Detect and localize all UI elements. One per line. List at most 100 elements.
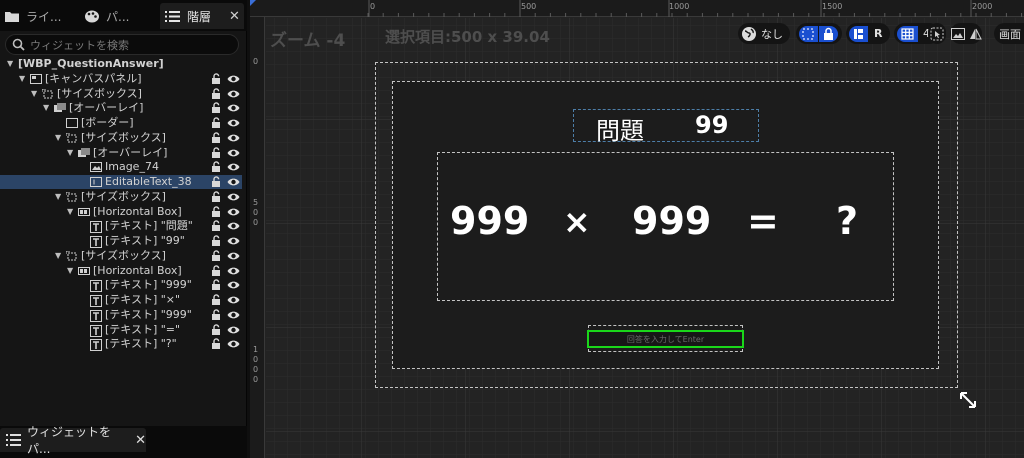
tab-hierarchy[interactable]: 階層 ✕: [160, 3, 244, 29]
eye-icon[interactable]: [227, 162, 240, 172]
unlock-icon[interactable]: [211, 161, 222, 173]
tree-item[interactable]: ▼ [Horizontal Box]: [0, 205, 242, 219]
unlock-icon[interactable]: [211, 279, 222, 291]
search-input[interactable]: ウィジェットを検索: [5, 34, 239, 55]
tab-library[interactable]: ライ...: [4, 3, 66, 29]
eye-icon[interactable]: [227, 118, 240, 128]
eye-icon[interactable]: [227, 103, 240, 113]
eye-icon[interactable]: [227, 148, 240, 158]
tree-item[interactable]: ▼ [サイズボックス]: [0, 131, 242, 145]
eye-icon[interactable]: [227, 177, 240, 187]
tab-bind-widgets[interactable]: ウィジェットをパ... ✕: [0, 425, 146, 456]
expand-arrow-icon[interactable]: ▼: [31, 87, 40, 101]
eye-icon[interactable]: [227, 339, 240, 349]
respect-locks-toggle[interactable]: R: [846, 23, 890, 44]
operator-text[interactable]: ×: [563, 202, 591, 241]
tree-item[interactable]: [テキスト] "999": [0, 278, 242, 293]
eye-icon[interactable]: [227, 221, 240, 231]
unlock-icon[interactable]: [211, 87, 222, 100]
eye-icon[interactable]: [227, 236, 240, 246]
eye-icon[interactable]: [227, 295, 240, 305]
eye-icon[interactable]: [227, 89, 240, 99]
unlock-icon[interactable]: [211, 102, 222, 114]
tree-item[interactable]: EditableText_38: [0, 175, 242, 189]
eye-icon[interactable]: [227, 280, 240, 290]
tree-item[interactable]: [テキスト] "999": [0, 308, 242, 322]
unlock-icon[interactable]: [211, 146, 222, 159]
localization-preview-button[interactable]: なし: [738, 23, 790, 44]
tree-item[interactable]: [テキスト] "問題": [0, 219, 242, 234]
eye-icon[interactable]: [227, 266, 240, 276]
tree-item[interactable]: Image_74: [0, 160, 242, 174]
question-label-text[interactable]: 問題: [596, 111, 644, 146]
expand-arrow-icon[interactable]: ▼: [67, 264, 76, 278]
tree-item[interactable]: [テキスト] "99": [0, 234, 242, 248]
unlock-icon[interactable]: [211, 235, 222, 247]
resize-handle-icon[interactable]: [957, 389, 979, 411]
unlock-icon[interactable]: [211, 220, 222, 232]
unlock-icon[interactable]: [211, 308, 222, 321]
question-number-text[interactable]: 99: [695, 111, 728, 139]
expand-arrow-icon[interactable]: ▼: [67, 205, 76, 219]
unlock-icon[interactable]: [211, 205, 222, 218]
tree-item[interactable]: ▼ [オーバーレイ]: [0, 101, 242, 115]
eye-icon[interactable]: [227, 74, 240, 84]
unlock-icon[interactable]: [211, 190, 222, 203]
tree-item[interactable]: ▼ [オーバーレイ]: [0, 146, 242, 160]
close-icon[interactable]: ✕: [135, 433, 146, 448]
tree-item-label: [Horizontal Box]: [93, 263, 182, 277]
unlock-icon[interactable]: [211, 249, 222, 262]
expand-arrow-icon[interactable]: ▼: [7, 57, 16, 71]
operand-b-text[interactable]: 999: [632, 199, 711, 243]
tree-item[interactable]: ▼ [Horizontal Box]: [0, 264, 242, 278]
screen-size-button[interactable]: 画面: [994, 23, 1024, 44]
unlock-icon[interactable]: [211, 294, 222, 306]
canvas-panel-icon: [30, 73, 42, 84]
dotted-square-icon[interactable]: [799, 25, 818, 42]
background-toggle-group[interactable]: [950, 23, 982, 44]
answer-editable-text[interactable]: 回答を入力してEnter: [587, 330, 744, 348]
answer-placeholder-text[interactable]: ?: [836, 199, 858, 243]
bottom-tab-bar: ウィジェットをパ... ✕: [0, 425, 247, 458]
tree-item[interactable]: ▼ [キャンバスパネル]: [0, 72, 242, 86]
tree-item[interactable]: ▼ [サイズボックス]: [0, 249, 242, 263]
cursor-icon: [930, 27, 944, 41]
answer-input-hint: 回答を入力してEnter: [626, 334, 705, 344]
expand-arrow-icon[interactable]: ▼: [55, 190, 64, 204]
expand-arrow-icon[interactable]: ▼: [55, 131, 64, 145]
tree-item[interactable]: [テキスト] "?": [0, 337, 242, 352]
mirror-icon[interactable]: [969, 28, 982, 40]
eye-icon[interactable]: [227, 192, 240, 202]
lock-icon[interactable]: [819, 25, 838, 42]
cursor-tool-button[interactable]: [928, 23, 946, 44]
close-icon[interactable]: ✕: [229, 9, 240, 24]
eye-icon[interactable]: [227, 207, 240, 217]
tree-item[interactable]: ▼ [WBP_QuestionAnswer]: [0, 57, 242, 71]
image-icon: [90, 162, 102, 173]
expand-arrow-icon[interactable]: ▼: [67, 146, 76, 160]
unlock-icon[interactable]: [211, 323, 222, 336]
tree-item[interactable]: ▼ [サイズボックス]: [0, 87, 242, 101]
designer-viewport[interactable]: 0 500 1000 1500 2000 0 5 0 0 1 0 0 0 ズーム…: [250, 0, 1024, 458]
eye-icon[interactable]: [227, 251, 240, 261]
tree-item[interactable]: [ボーダー]: [0, 116, 242, 130]
tree-item[interactable]: [テキスト] "×": [0, 293, 242, 307]
unlock-icon[interactable]: [211, 176, 222, 188]
expand-arrow-icon[interactable]: ▼: [19, 72, 28, 86]
expand-arrow-icon[interactable]: ▼: [43, 101, 52, 115]
expand-arrow-icon[interactable]: ▼: [55, 249, 64, 263]
unlock-icon[interactable]: [211, 72, 222, 85]
landscape-icon[interactable]: [950, 27, 965, 40]
eye-icon[interactable]: [227, 310, 240, 320]
eye-icon[interactable]: [227, 133, 240, 143]
tree-item[interactable]: [テキスト] "=": [0, 323, 242, 337]
tree-item[interactable]: ▼ [サイズボックス]: [0, 190, 242, 204]
operand-a-text[interactable]: 999: [450, 199, 529, 243]
eye-icon[interactable]: [227, 325, 240, 335]
equals-text[interactable]: =: [747, 199, 779, 243]
unlock-icon[interactable]: [211, 117, 222, 129]
tab-palette[interactable]: パ...: [84, 3, 150, 29]
unlock-icon[interactable]: [211, 264, 222, 277]
unlock-icon[interactable]: [211, 131, 222, 144]
unlock-icon[interactable]: [211, 338, 222, 350]
